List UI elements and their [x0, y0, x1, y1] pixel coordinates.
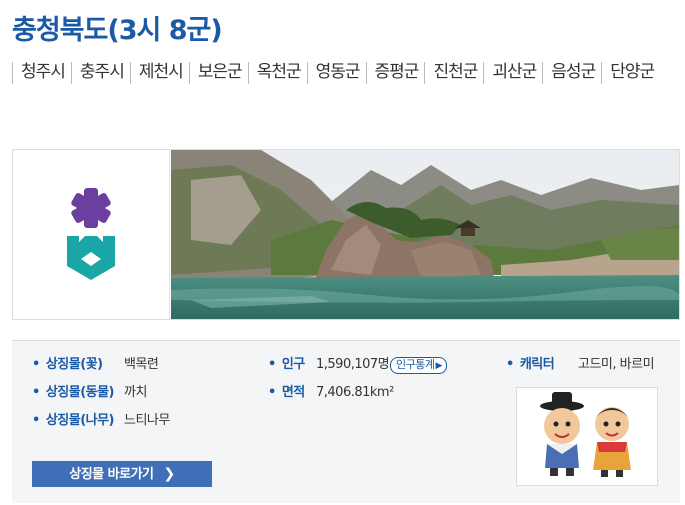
symbol-flower-value: 백목련: [124, 357, 159, 372]
symbol-flower-label: 상징물(꽃): [32, 357, 103, 373]
city-link[interactable]: 단양군: [601, 62, 660, 84]
play-arrow-icon: ▶: [435, 361, 442, 371]
page-title: 충청북도(3시 8군): [12, 15, 223, 46]
character-value: 고드미, 바르미: [578, 357, 655, 372]
area-value: 7,406.81km²: [316, 385, 394, 400]
symbol-tree-value: 느티나무: [124, 413, 170, 428]
mascot-characters-icon: [540, 392, 631, 477]
city-link[interactable]: 진천군: [424, 62, 483, 84]
city-link[interactable]: 음성군: [542, 62, 601, 84]
symbol-animal-value: 까치: [124, 385, 147, 400]
city-list: 청주시 충주시 제천시 보은군 옥천군 영동군 증평군 진천군 괴산군 음성군 …: [12, 62, 672, 84]
symbols-link-label: 상징물 바로가기: [69, 467, 154, 482]
city-link[interactable]: 증평군: [365, 62, 425, 84]
city-link[interactable]: 보은군: [188, 62, 248, 84]
province-emblem-icon: [67, 188, 115, 280]
character-label: 캐릭터: [506, 357, 555, 373]
scenery-image: [171, 150, 679, 319]
symbol-tree-label: 상징물(나무): [32, 413, 115, 429]
city-link[interactable]: 괴산군: [483, 62, 542, 84]
province-visual: [12, 149, 680, 320]
city-link[interactable]: 영동군: [306, 62, 366, 84]
city-link[interactable]: 옥천군: [247, 62, 307, 84]
symbols-link-button[interactable]: 상징물 바로가기 ❯: [32, 461, 212, 487]
population-label: 인구: [268, 357, 305, 373]
city-link[interactable]: 충주시: [70, 62, 130, 84]
chevron-right-icon: ❯: [163, 466, 176, 482]
population-stats-label: 인구통계: [396, 358, 435, 371]
population-value: 1,590,107명: [316, 357, 390, 372]
city-link[interactable]: 청주시: [12, 62, 71, 84]
province-logo: [13, 150, 170, 319]
symbol-animal-label: 상징물(동물): [32, 385, 115, 401]
province-info-panel: 상징물(꽃) 백목련 상징물(동물) 까치 상징물(나무) 느티나무 인구 1,…: [12, 340, 680, 503]
population-stats-button[interactable]: 인구통계▶: [390, 357, 447, 374]
city-link[interactable]: 제천시: [129, 62, 189, 84]
character-image: [516, 387, 658, 486]
area-label: 면적: [268, 385, 305, 401]
landscape-photo: [171, 150, 679, 319]
